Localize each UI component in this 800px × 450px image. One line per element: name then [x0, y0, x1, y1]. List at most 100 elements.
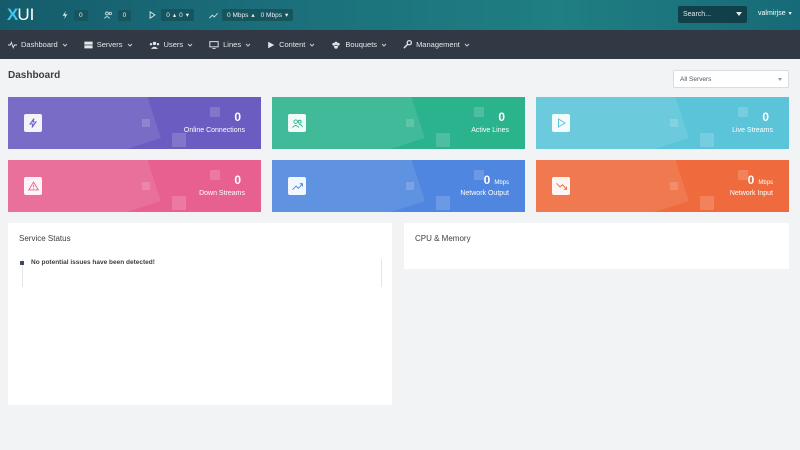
- bouquet-icon: [332, 41, 341, 49]
- users-stat[interactable]: 0: [104, 0, 134, 30]
- status-message: No potential issues have been detected!: [31, 259, 155, 266]
- card-decoration: [436, 196, 450, 210]
- search-dropdown[interactable]: Search...: [678, 6, 747, 23]
- panel-title: Service Status: [19, 234, 71, 243]
- page-title: Dashboard: [8, 70, 61, 81]
- card-decoration: [474, 170, 484, 180]
- chevron-down-icon: [127, 43, 132, 47]
- card-value: 0: [234, 173, 245, 187]
- card-value: 0: [762, 110, 773, 124]
- nav-label: Users: [163, 40, 184, 49]
- bandwidth-out: 0 Mbps: [227, 11, 249, 19]
- user-menu[interactable]: valmirjse ▾: [758, 10, 792, 17]
- server-select[interactable]: All Servers: [673, 70, 789, 88]
- card-value: 0: [498, 110, 509, 124]
- cpu-memory-panel: CPU & Memory: [404, 223, 789, 269]
- bandwidth-pill: 0 Mbps ▴ 0 Mbps ▾: [222, 9, 294, 21]
- card-decoration: [738, 107, 748, 117]
- chevron-down-icon: [778, 78, 782, 81]
- card-decoration: [436, 133, 450, 147]
- nav-label: Content: [279, 40, 306, 49]
- card-decoration: [700, 196, 714, 210]
- card-value: 0 Mbps: [748, 173, 773, 187]
- card-decoration: [406, 119, 414, 127]
- main-nav: Dashboard Servers Users Lines Content Bo…: [0, 30, 800, 59]
- bandwidth-stat[interactable]: 0 Mbps ▴ 0 Mbps ▾: [208, 0, 295, 30]
- bandwidth-in: 0 Mbps: [260, 11, 282, 19]
- card-decoration: [210, 107, 220, 117]
- chevron-down-icon: [736, 12, 742, 16]
- users-icon: [288, 114, 306, 132]
- card-decoration: [210, 170, 220, 180]
- card-live-streams[interactable]: 0 Live Streams: [536, 97, 789, 149]
- users-icon: [104, 10, 114, 20]
- card-value-number: 0: [234, 110, 241, 124]
- top-bar: X UI 0 0 0 ▴ 0 ▾ 0 Mbps ▴ 0 Mbps ▾ Searc…: [0, 0, 800, 30]
- username: valmirjse: [758, 10, 786, 17]
- chevron-down-icon: [381, 43, 387, 47]
- arrow-up-icon: ▴: [172, 12, 177, 19]
- card-value-number: 0: [483, 173, 491, 187]
- wrench-icon: [403, 40, 413, 49]
- card-network-input[interactable]: 0 Mbps Network Input: [536, 160, 789, 212]
- trending-up-icon: [288, 177, 306, 195]
- card-decoration: [738, 170, 748, 180]
- card-online-connections[interactable]: 0 Online Connections: [8, 97, 261, 149]
- nav-item-management[interactable]: Management: [395, 30, 478, 59]
- card-down-streams[interactable]: 0 Down Streams: [8, 160, 261, 212]
- arrow-up-icon: ▴: [251, 12, 255, 19]
- trending-down-icon: [552, 177, 570, 195]
- card-decoration: [670, 119, 678, 127]
- pulse-icon: [8, 40, 17, 49]
- card-label: Online Connections: [183, 127, 245, 134]
- chevron-down-icon: ▾: [788, 11, 792, 17]
- bolt-icon: [24, 114, 42, 132]
- nav-label: Lines: [223, 40, 242, 49]
- card-label: Network Output: [460, 190, 509, 197]
- nav-label: Dashboard: [21, 40, 58, 49]
- card-value-number: 0: [762, 110, 769, 124]
- card-label: Active Lines: [471, 127, 509, 134]
- nav-label: Bouquets: [345, 40, 378, 49]
- arrow-down-icon: ▾: [185, 12, 190, 19]
- service-status-panel: Service Status No potential issues have …: [8, 223, 392, 405]
- chevron-down-icon: [62, 43, 68, 47]
- card-decoration: [142, 182, 150, 190]
- card-decoration: [172, 133, 186, 147]
- arrow-down-icon: ▾: [284, 12, 289, 19]
- nav-item-bouquets[interactable]: Bouquets: [323, 30, 395, 59]
- streams-stat[interactable]: 0 ▴ 0 ▾: [147, 0, 196, 30]
- card-value-unit: Mbps: [494, 180, 509, 186]
- connections-stat[interactable]: 0: [60, 0, 90, 30]
- streams-up-count: 0: [166, 11, 170, 19]
- card-label: Live Streams: [732, 127, 773, 134]
- nav-item-users[interactable]: Users: [141, 30, 202, 59]
- connections-count: 0: [74, 9, 88, 21]
- nav-item-content[interactable]: Content: [259, 30, 323, 59]
- play-icon: [147, 10, 157, 20]
- nav-label: Management: [416, 40, 460, 49]
- panel-title: CPU & Memory: [415, 234, 471, 243]
- logo-ui: UI: [17, 5, 35, 24]
- trending-up-icon: [208, 10, 218, 20]
- bolt-icon: [60, 10, 70, 20]
- monitor-icon: [209, 40, 219, 49]
- card-active-lines[interactable]: 0 Active Lines: [272, 97, 525, 149]
- nav-item-servers[interactable]: Servers: [76, 30, 141, 59]
- logo-x: X: [7, 5, 18, 24]
- play-icon: [268, 41, 275, 48]
- nav-item-dashboard[interactable]: Dashboard: [0, 30, 76, 59]
- alert-icon: [24, 177, 42, 195]
- logo[interactable]: X UI: [7, 5, 52, 25]
- play-icon: [552, 114, 570, 132]
- nav-item-lines[interactable]: Lines: [201, 30, 259, 59]
- card-value-number: 0: [498, 110, 505, 124]
- search-placeholder: Search...: [683, 11, 712, 18]
- card-decoration: [474, 107, 484, 117]
- chevron-down-icon: [310, 43, 315, 47]
- card-network-output[interactable]: 0 Mbps Network Output: [272, 160, 525, 212]
- chevron-down-icon: [245, 43, 251, 47]
- users-icon: [149, 41, 159, 49]
- card-value-number: 0: [234, 173, 241, 187]
- streams-down-count: 0: [179, 11, 183, 19]
